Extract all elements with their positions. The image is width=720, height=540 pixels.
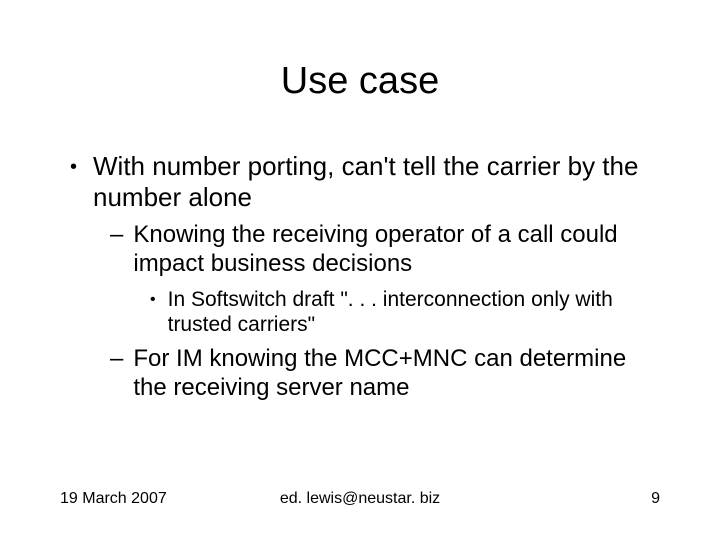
bullet-text: In Softswitch draft ". . . interconnecti…	[168, 287, 660, 337]
bullet-text: For IM knowing the MCC+MNC can determine…	[133, 345, 660, 403]
slide-title: Use case	[60, 60, 660, 103]
slide-footer: 19 March 2007 ed. lewis@neustar. biz 9	[60, 490, 660, 508]
bullet-text: With number porting, can't tell the carr…	[93, 151, 660, 213]
slide: Use case • With number porting, can't te…	[0, 0, 720, 540]
bullet-level-2: – For IM knowing the MCC+MNC can determi…	[60, 345, 660, 403]
dash-marker: –	[110, 221, 123, 279]
footer-email: ed. lewis@neustar. biz	[280, 490, 440, 508]
bullet-level-2: – Knowing the receiving operator of a ca…	[60, 221, 660, 279]
dash-marker: –	[110, 345, 123, 403]
bullet-level-3: • In Softswitch draft ". . . interconnec…	[60, 287, 660, 337]
bullet-marker: •	[70, 151, 77, 213]
bullet-level-1: • With number porting, can't tell the ca…	[60, 151, 660, 213]
bullet-marker: •	[150, 287, 156, 337]
bullet-text: Knowing the receiving operator of a call…	[133, 221, 660, 279]
slide-content: • With number porting, can't tell the ca…	[60, 151, 660, 403]
footer-date: 19 March 2007	[60, 490, 167, 508]
footer-page-number: 9	[651, 490, 660, 508]
